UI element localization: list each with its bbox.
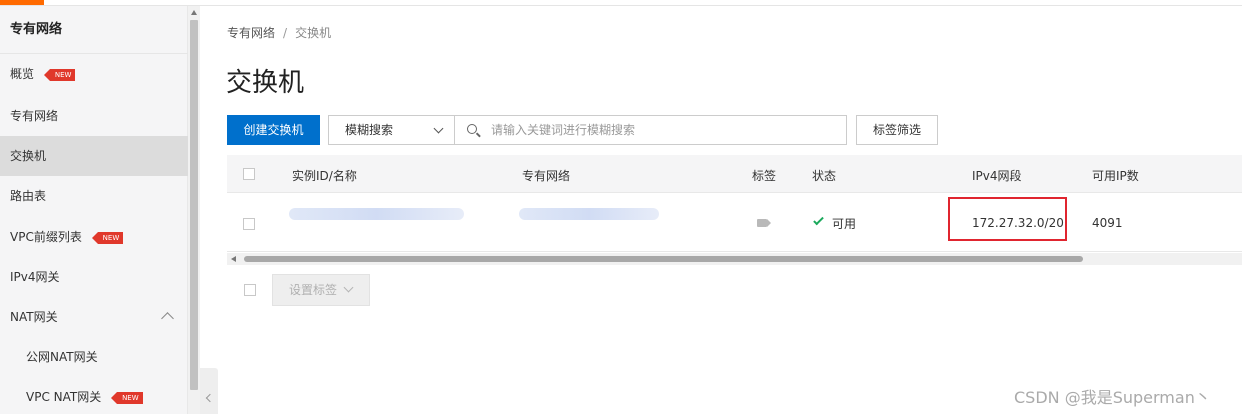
new-badge: NEW [111, 392, 143, 404]
check-icon [813, 214, 824, 226]
create-vswitch-button[interactable]: 创建交换机 [227, 115, 320, 145]
ipv4-highlight-box [948, 197, 1067, 241]
sidebar-item-ipv4-gateway[interactable]: IPv4网关 [0, 257, 188, 297]
scrollbar-thumb[interactable] [244, 256, 1083, 262]
column-header-tags: 标签 [752, 169, 777, 183]
scrollbar-thumb[interactable] [190, 20, 198, 390]
set-tag-label: 设置标签 [289, 283, 338, 297]
footer-select-all-checkbox[interactable] [244, 284, 256, 296]
column-header-instance: 实例ID/名称 [292, 169, 357, 183]
tag-filter-button[interactable]: 标签筛选 [856, 115, 938, 145]
sidebar-item-vpc[interactable]: 专有网络 [0, 96, 188, 136]
sidebar-scrollbar[interactable] [188, 6, 200, 414]
available-ip-count: 4091 [1092, 216, 1123, 230]
breadcrumb-parent-link[interactable]: 专有网络 [227, 26, 275, 40]
search-placeholder: 请输入关键词进行模糊搜索 [491, 123, 636, 137]
new-badge: NEW [43, 69, 76, 81]
sidebar-item-vpc-nat[interactable]: VPC NAT网关 NEW [0, 377, 188, 417]
scroll-left-arrow-icon[interactable] [231, 256, 236, 262]
set-tag-button[interactable]: 设置标签 [272, 274, 370, 306]
sidebar-item-label: 路由表 [10, 189, 47, 203]
sidebar-item-vswitch[interactable]: 交换机 [0, 136, 188, 176]
breadcrumb: 专有网络 / 交换机 [227, 24, 331, 41]
chevron-down-icon [433, 123, 444, 134]
column-header-available-ips: 可用IP数 [1092, 169, 1139, 183]
chevron-left-icon [205, 393, 215, 403]
search-input[interactable]: 请输入关键词进行模糊搜索 [454, 115, 847, 145]
search-mode-value: 模糊搜索 [345, 123, 394, 137]
sidebar-collapse-button[interactable] [200, 368, 218, 414]
chevron-down-icon [343, 282, 354, 293]
page-title: 交换机 [226, 68, 305, 98]
sidebar-item-label: 交换机 [10, 149, 47, 163]
sidebar-item-public-nat[interactable]: 公网NAT网关 [0, 337, 188, 377]
breadcrumb-separator: / [283, 26, 288, 40]
sidebar-item-overview[interactable]: 概览 NEW [0, 54, 188, 94]
column-header-ipv4: IPv4网段 [972, 169, 1022, 183]
sidebar-item-label: 公网NAT网关 [26, 350, 98, 364]
sidebar: 专有网络 概览 NEW 专有网络 交换机 路由表 VPC前缀列表 NEW IPv… [0, 6, 188, 414]
sidebar-item-nat-gateway[interactable]: NAT网关 [0, 297, 188, 337]
new-badge: NEW [91, 232, 124, 244]
column-header-vpc: 专有网络 [522, 169, 571, 183]
sidebar-item-route-table[interactable]: 路由表 [0, 176, 188, 216]
watermark: CSDN @我是Superman丶 [1014, 388, 1211, 407]
vpc-id-link[interactable] [519, 208, 659, 220]
column-header-status: 状态 [812, 169, 837, 183]
breadcrumb-current: 交换机 [295, 26, 332, 40]
chevron-up-icon[interactable] [161, 312, 174, 325]
brand-accent [0, 0, 44, 5]
search-mode-select[interactable]: 模糊搜索 [328, 115, 455, 145]
sidebar-item-prefix-list[interactable]: VPC前缀列表 NEW [0, 217, 188, 257]
sidebar-item-label: IPv4网关 [10, 270, 60, 284]
sidebar-item-label: 概览 [10, 67, 35, 81]
row-checkbox[interactable] [243, 218, 255, 230]
sidebar-item-label: 专有网络 [10, 109, 59, 123]
instance-id-link[interactable] [289, 208, 464, 220]
select-all-checkbox[interactable] [243, 168, 255, 180]
sidebar-item-label: NAT网关 [10, 310, 58, 324]
sidebar-title: 专有网络 [0, 6, 188, 54]
table-row: 可用 172.27.32.0/20 4091 [227, 194, 1242, 252]
status-text: 可用 [832, 217, 857, 231]
scroll-up-arrow-icon[interactable] [191, 10, 197, 15]
table-header: 实例ID/名称 专有网络 标签 状态 IPv4网段 可用IP数 [227, 155, 1242, 193]
table-horizontal-scrollbar[interactable] [227, 253, 1242, 265]
sidebar-item-label: VPC NAT网关 [26, 390, 102, 404]
search-icon [467, 124, 477, 134]
tag-icon[interactable] [757, 219, 771, 227]
sidebar-item-label: VPC前缀列表 [10, 230, 82, 244]
